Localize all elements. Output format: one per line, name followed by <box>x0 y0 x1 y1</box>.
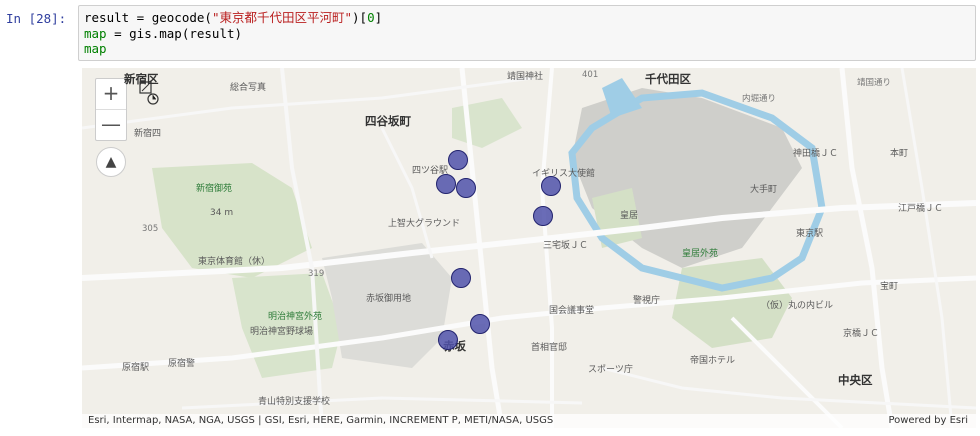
map-label: 原宿警 <box>168 359 196 369</box>
map-label: 内堀通り <box>742 94 777 104</box>
map-label: 京橋ＪＣ <box>843 329 880 339</box>
map-label: 原宿駅 <box>122 363 150 373</box>
code-string: "東京都千代田区平河町" <box>211 10 352 25</box>
map-label: 34 m <box>210 208 234 218</box>
map-label: 靖国通り <box>857 78 892 88</box>
map-label: 靖国神社 <box>507 72 544 82</box>
map-label: 中央区 <box>838 373 873 387</box>
map-label: 東京体育館（休） <box>198 257 271 267</box>
zoom-in-button[interactable]: + <box>96 79 126 109</box>
route-shield: 319 <box>308 269 325 279</box>
map-label: 赤坂御用地 <box>366 294 412 304</box>
map-label: 江戸橋ＪＣ <box>898 204 944 214</box>
code-number: 0 <box>367 10 375 25</box>
map-label: 神田橋ＪＣ <box>793 149 839 159</box>
map-label: イギリス大使館 <box>532 169 596 179</box>
map-attribution: Esri, Intermap, NASA, NGA, USGS | GSI, E… <box>82 414 976 428</box>
geocode-result-marker[interactable] <box>533 206 553 226</box>
code-text: = gis.map(result) <box>106 25 243 41</box>
geocode-result-marker[interactable] <box>438 330 458 350</box>
route-shield: 401 <box>582 70 599 80</box>
compass-icon: ▲ <box>105 154 117 170</box>
map-label: スポーツ庁 <box>588 365 633 375</box>
map-label: 国会議事堂 <box>549 306 595 316</box>
code-text: result = geocode( <box>84 10 212 25</box>
map-label: 明治神宮野球場 <box>250 327 314 337</box>
map-label: 皇居外苑 <box>682 249 719 259</box>
map-label: 警視庁 <box>633 296 661 306</box>
map-label: 四谷坂町 <box>365 114 411 128</box>
map-label: 千代田区 <box>645 72 691 86</box>
geocode-result-marker[interactable] <box>436 174 456 194</box>
code-variable: map <box>84 25 107 41</box>
map-label: 宝町 <box>880 282 899 292</box>
code-variable: map <box>84 41 107 56</box>
map-label: 首相官邸 <box>531 343 568 353</box>
geocode-result-marker[interactable] <box>470 314 490 334</box>
map-label: 新宿区 <box>124 72 159 86</box>
attribution-text: Esri, Intermap, NASA, NGA, USGS | GSI, E… <box>88 415 554 426</box>
map-label: 大手町 <box>750 185 778 195</box>
route-shield: 305 <box>142 224 159 234</box>
map-widget[interactable]: + — ▲ 新宿区 千代田区 四谷坂町 総合写真 新宿四 新宿御苑 34 m 四… <box>82 68 976 428</box>
geocode-result-marker[interactable] <box>541 176 561 196</box>
map-label: 新宿御苑 <box>196 184 233 194</box>
map-label: 明治神宮外苑 <box>268 312 323 322</box>
geocode-result-marker[interactable] <box>451 268 471 288</box>
map-label: 上智大グラウンド <box>388 219 461 229</box>
geocode-result-marker[interactable] <box>448 150 468 170</box>
code-text: )[ <box>352 10 368 25</box>
map-label: （仮）丸の内ビル <box>761 301 834 311</box>
map-label: 青山特別支援学校 <box>258 397 331 407</box>
map-label: 東京駅 <box>796 229 824 239</box>
map-label: 本町 <box>890 149 909 159</box>
cell-prompt: In [28]: <box>6 11 67 26</box>
map-label: 新宿四 <box>134 129 162 139</box>
code-cell-input[interactable]: result = geocode("東京都千代田区平河町")[0] map = … <box>78 5 976 61</box>
geocode-result-marker[interactable] <box>456 178 476 198</box>
zoom-out-button[interactable]: — <box>96 109 126 140</box>
powered-by-link[interactable]: Powered by Esri <box>888 414 968 428</box>
map-label: 総合写真 <box>230 83 267 93</box>
map-label: 帝国ホテル <box>690 356 736 366</box>
zoom-control: + — <box>95 78 127 141</box>
compass-button[interactable]: ▲ <box>96 147 126 177</box>
map-label: 皇居 <box>620 211 639 221</box>
map-label: 三宅坂ＪＣ <box>543 241 589 251</box>
code-text: ] <box>374 10 383 25</box>
